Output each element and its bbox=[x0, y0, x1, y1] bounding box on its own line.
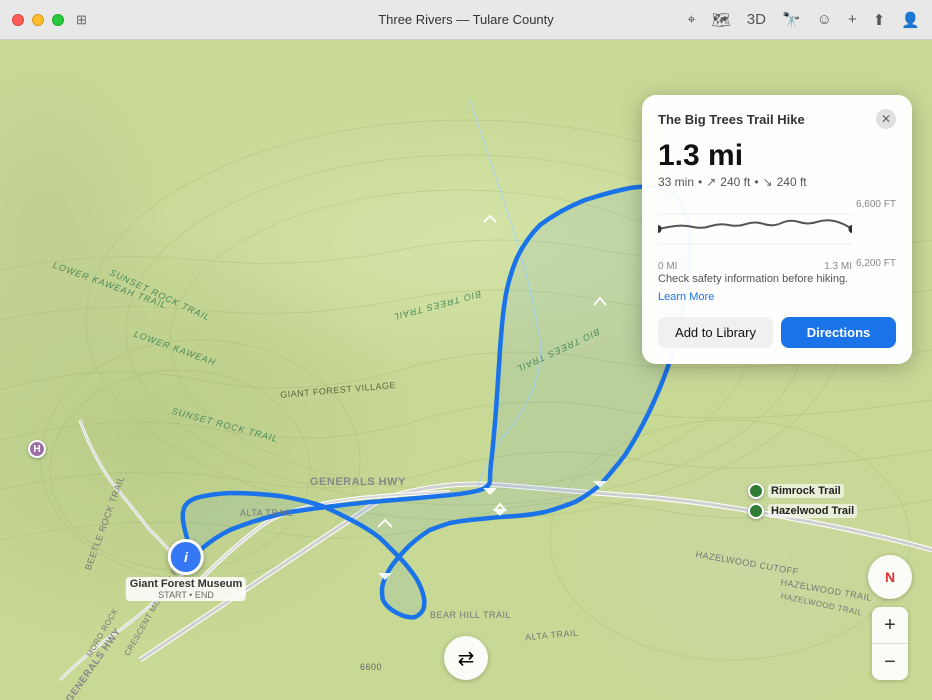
map-icon[interactable]: 🗺 bbox=[712, 11, 731, 29]
map-controls: N + − bbox=[868, 555, 912, 680]
smiley-icon[interactable]: ☺ bbox=[817, 11, 832, 29]
elevation-chart: 6,600 FT 6,200 FT 0 MI 1.3 MI bbox=[658, 199, 896, 269]
elevation-max-label: 6,600 FT bbox=[856, 199, 896, 210]
zoom-out-button[interactable]: − bbox=[872, 644, 908, 680]
elevation-min-label: 6,200 FT bbox=[856, 258, 896, 269]
window-icon: ⊞ bbox=[76, 12, 92, 28]
elevation-down-icon: ↘ bbox=[763, 175, 773, 189]
trail-time: 33 min bbox=[658, 175, 694, 189]
card-close-button[interactable]: ✕ bbox=[876, 109, 896, 129]
account-icon[interactable]: 👤 bbox=[901, 11, 920, 29]
elevation-loss: 240 ft bbox=[777, 175, 807, 189]
elevation-up-icon: ↗ bbox=[706, 175, 716, 189]
marker-icon: i bbox=[168, 539, 204, 575]
minimize-button[interactable] bbox=[32, 14, 44, 26]
elevation-y-labels: 6,600 FT 6,200 FT bbox=[856, 199, 896, 269]
zoom-in-button[interactable]: + bbox=[872, 607, 908, 643]
card-header: The Big Trees Trail Hike ✕ bbox=[658, 109, 896, 129]
card-distance: 1.3 mi bbox=[658, 139, 896, 173]
add-icon[interactable]: + bbox=[848, 11, 857, 29]
map-container[interactable]: LOWER KAWEAH TRAIL SUNSET ROCK TRAIL LOW… bbox=[0, 40, 932, 700]
h-marker: H bbox=[28, 440, 46, 458]
elevation-gain: 240 ft bbox=[720, 175, 750, 189]
traffic-lights bbox=[12, 14, 64, 26]
poi-hazelwood[interactable]: Hazelwood Trail bbox=[748, 503, 857, 519]
binoculars-icon[interactable]: 🔭 bbox=[782, 11, 801, 29]
start-end-marker[interactable]: i Giant Forest Museum START • END bbox=[126, 539, 246, 601]
compass-north-label: N bbox=[885, 569, 895, 585]
poi-rimrock-icon bbox=[748, 483, 764, 499]
zoom-controls: + − bbox=[872, 607, 908, 680]
directions-button[interactable]: Directions bbox=[781, 317, 896, 348]
elevation-x-labels: 0 MI 1.3 MI bbox=[658, 261, 852, 272]
card-title: The Big Trees Trail Hike bbox=[658, 112, 805, 127]
card-meta: 33 min • ↗ 240 ft • ↘ 240 ft bbox=[658, 175, 896, 189]
safety-text: Check safety information before hiking. bbox=[658, 273, 896, 285]
x-label-start: 0 MI bbox=[658, 261, 677, 272]
elevation-chart-inner bbox=[658, 199, 852, 259]
location-icon[interactable]: ⌖ bbox=[687, 11, 695, 29]
add-to-library-button[interactable]: Add to Library bbox=[658, 317, 773, 348]
marker-label: Giant Forest Museum START • END bbox=[126, 577, 246, 601]
poi-hazelwood-icon bbox=[748, 503, 764, 519]
poi-rimrock[interactable]: Rimrock Trail bbox=[748, 483, 844, 499]
learn-more-link[interactable]: Learn More bbox=[658, 291, 714, 303]
toolbar-controls: ⌖ 🗺 3D 🔭 ☺ + ⬆ 👤 bbox=[687, 11, 920, 29]
titlebar: ⊞ Three Rivers — Tulare County ⌖ 🗺 3D 🔭 … bbox=[0, 0, 932, 40]
recenter-button[interactable]: ⇄ bbox=[444, 636, 488, 680]
info-card: The Big Trees Trail Hike ✕ 1.3 mi 33 min… bbox=[642, 95, 912, 364]
compass-rose[interactable]: N bbox=[868, 555, 912, 599]
card-actions: Add to Library Directions bbox=[658, 317, 896, 348]
share-icon[interactable]: ⬆ bbox=[873, 11, 886, 29]
3d-button[interactable]: 3D bbox=[747, 11, 766, 29]
x-label-end: 1.3 MI bbox=[824, 261, 852, 272]
close-button[interactable] bbox=[12, 14, 24, 26]
fullscreen-button[interactable] bbox=[52, 14, 64, 26]
recenter-icon: ⇄ bbox=[458, 646, 475, 671]
